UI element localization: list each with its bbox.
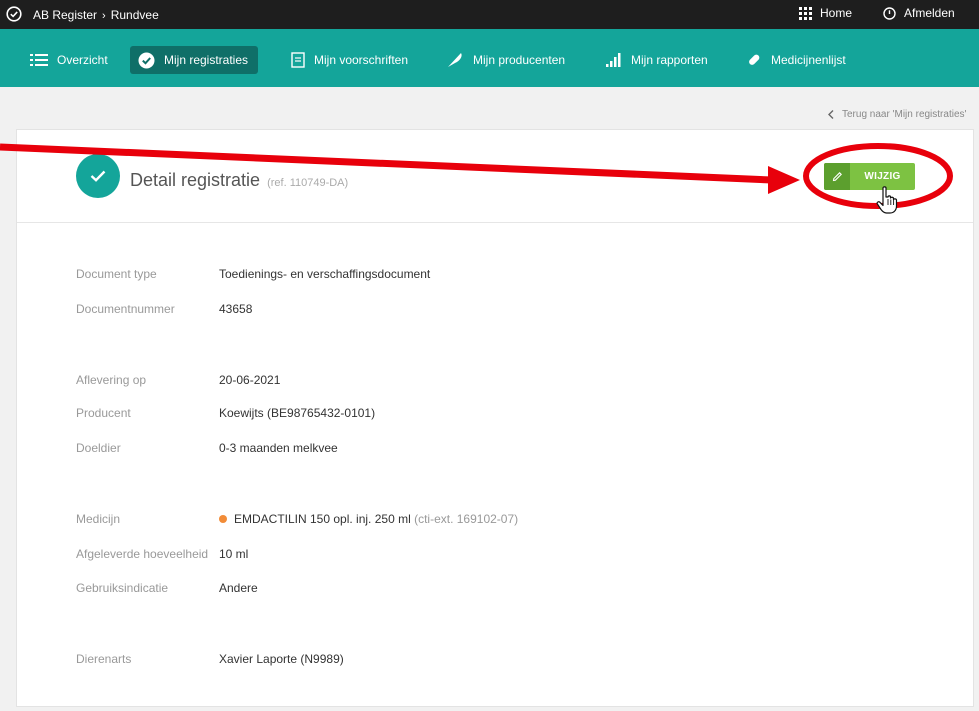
nav-label: Overzicht <box>57 53 108 67</box>
home-link[interactable]: Home <box>799 6 852 20</box>
nav-item-mijn-registraties[interactable]: Mijn registraties <box>130 46 259 74</box>
nav-item-overzicht[interactable]: Overzicht <box>22 46 118 74</box>
power-icon <box>883 6 896 20</box>
nav-item-mijn-voorschriften[interactable]: Mijn voorschriften <box>283 46 418 74</box>
bar-chart-icon <box>606 53 621 67</box>
field-value: Toedienings- en verschaffingsdocument <box>219 267 431 281</box>
breadcrumb-app[interactable]: AB Register <box>33 8 97 22</box>
edit-button-icon-area <box>824 163 850 190</box>
document-icon <box>291 52 305 68</box>
field-label: Dierenarts <box>76 652 132 666</box>
back-link[interactable]: Terug naar 'Mijn registraties' <box>828 109 966 120</box>
field-value: Koewijts (BE98765432-0101) <box>219 406 376 420</box>
logout-label: Afmelden <box>904 6 955 20</box>
nav-label: Mijn voorschriften <box>314 53 409 67</box>
back-link-label: Terug naar 'Mijn registraties' <box>842 109 967 120</box>
field-label: Doeldier <box>76 441 121 455</box>
field-value: Xavier Laporte (N9989) <box>219 652 344 666</box>
field-value: 20-06-2021 <box>219 373 281 387</box>
card-header: Detail registratie (ref. 110749-DA) WIJZ… <box>17 130 973 223</box>
nav-item-mijn-producenten[interactable]: Mijn producenten <box>438 46 575 74</box>
field-label: Afgeleverde hoeveelheid <box>76 547 209 561</box>
medicine-status-dot <box>219 515 227 523</box>
breadcrumb-section[interactable]: Rundvee <box>111 8 159 22</box>
medicine-ext: (cti-ext. 169102-07) <box>414 512 519 526</box>
detail-title: Detail registratie <box>130 170 261 190</box>
field-label: Producent <box>76 406 131 420</box>
feather-icon <box>448 53 462 67</box>
nav-item-mijn-rapporten[interactable]: Mijn rapporten <box>598 46 718 74</box>
field-label: Documentnummer <box>76 302 175 316</box>
check-icon <box>90 170 106 182</box>
nav-label: Mijn rapporten <box>631 53 708 67</box>
home-label: Home <box>820 6 853 20</box>
field-value: 0-3 maanden melkvee <box>219 441 338 455</box>
medicine-name: EMDACTILIN 150 opl. inj. 250 ml <box>234 512 411 526</box>
nav-label: Medicijnenlijst <box>771 53 846 67</box>
field-value: 10 ml <box>219 547 249 561</box>
check-circle-icon <box>6 6 22 22</box>
breadcrumb-separator: › <box>102 10 106 22</box>
pencil-icon <box>832 172 842 182</box>
field-value: EMDACTILIN 150 opl. inj. 250 ml (cti-ext… <box>219 512 518 526</box>
field-label: Document type <box>76 267 157 281</box>
field-label: Aflevering op <box>76 373 147 387</box>
logout-link[interactable]: Afmelden <box>883 6 955 20</box>
nav-item-medicijnenlijst[interactable]: Medicijnenlijst <box>737 46 856 74</box>
top-bar: AB Register › Rundvee Home Afmelden <box>0 0 979 29</box>
registration-status-icon <box>76 154 120 198</box>
detail-ref: (ref. 110749-DA) <box>267 177 349 189</box>
field-label: Gebruiksindicatie <box>76 581 169 595</box>
field-value: Andere <box>219 581 258 595</box>
field-value: 43658 <box>219 302 253 316</box>
main-nav: Overzicht Mijn registraties Mijn voorsch… <box>0 29 979 87</box>
nav-label: Mijn producenten <box>473 53 566 67</box>
nav-label: Mijn registraties <box>164 53 249 67</box>
detail-card: Detail registratie (ref. 110749-DA) WIJZ… <box>16 129 974 707</box>
page-title: Detail registratie (ref. 110749-DA) <box>130 170 348 191</box>
pill-icon <box>749 54 760 65</box>
check-circle-icon <box>138 52 155 68</box>
hand-cursor-icon <box>876 186 898 214</box>
edit-button[interactable]: WIJZIG <box>824 163 915 190</box>
list-icon <box>30 54 48 66</box>
field-label: Medicijn <box>76 512 121 526</box>
grid-icon <box>799 6 812 20</box>
breadcrumb: AB Register › Rundvee <box>33 8 159 22</box>
chevron-left-icon <box>828 110 834 119</box>
